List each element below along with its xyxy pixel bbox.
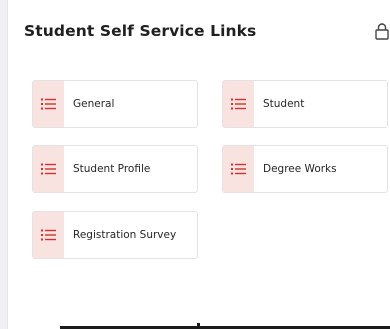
list-icon xyxy=(223,146,254,192)
list-icon xyxy=(33,81,64,127)
panel-header: Student Self Service Links xyxy=(24,20,390,44)
bottom-divider-tick xyxy=(197,323,200,326)
link-card-student[interactable]: Student xyxy=(222,80,388,128)
link-card-general[interactable]: General xyxy=(32,80,198,128)
link-label: General xyxy=(73,98,115,110)
link-label: Student Profile xyxy=(73,163,151,175)
link-label: Degree Works xyxy=(263,163,337,175)
student-self-service-panel: Student Self Service Links General Stude… xyxy=(7,0,390,329)
list-icon xyxy=(33,146,64,192)
link-card-student-profile[interactable]: Student Profile xyxy=(32,145,198,193)
panel-title: Student Self Service Links xyxy=(24,22,257,40)
link-label: Registration Survey xyxy=(73,229,177,241)
link-card-degree-works[interactable]: Degree Works xyxy=(222,145,388,193)
list-icon xyxy=(223,81,254,127)
lock-icon[interactable] xyxy=(374,22,390,40)
link-card-registration-survey[interactable]: Registration Survey xyxy=(32,211,198,259)
list-icon xyxy=(33,212,64,258)
link-label: Student xyxy=(263,98,305,110)
page: Student Self Service Links General Stude… xyxy=(0,0,390,329)
